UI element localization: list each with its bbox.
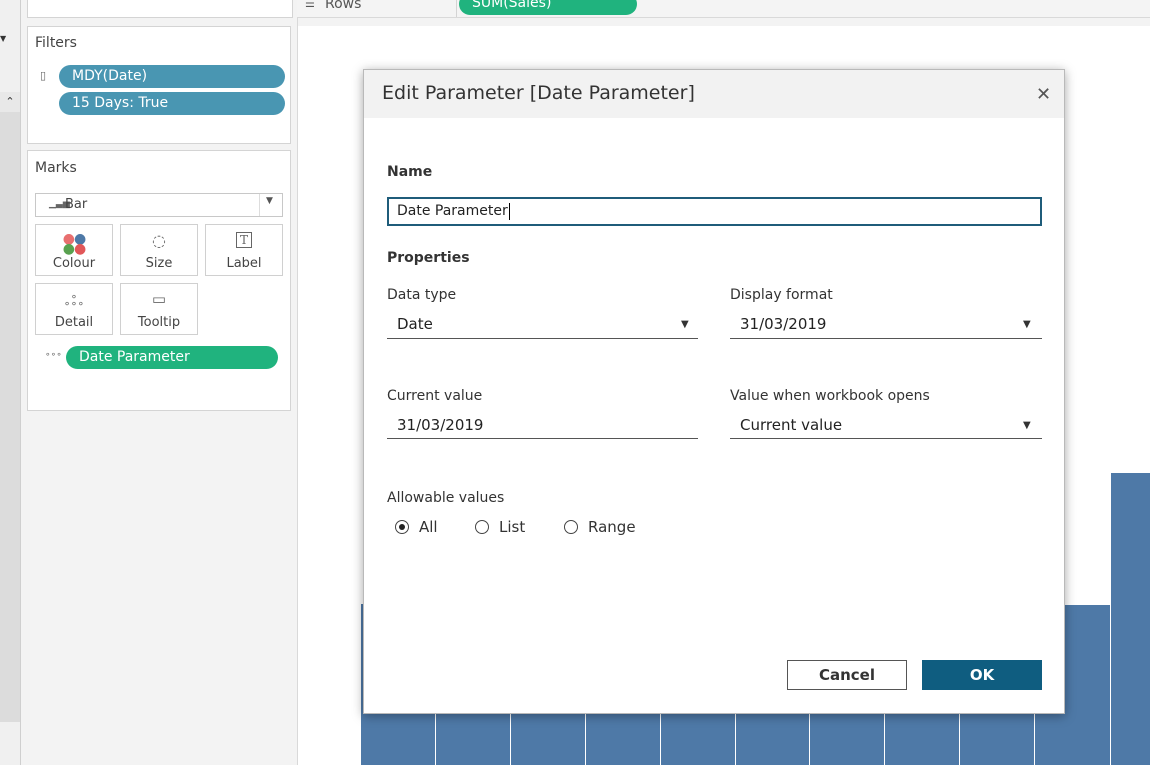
dropdown-separator bbox=[259, 194, 260, 216]
rows-label: Rows bbox=[325, 0, 362, 12]
bar[interactable] bbox=[1111, 473, 1150, 765]
radio-range[interactable] bbox=[564, 520, 578, 534]
label-icon: T bbox=[206, 232, 282, 248]
allowable-values-label: Allowable values bbox=[387, 490, 505, 506]
radio-all-label[interactable]: All bbox=[419, 518, 438, 536]
detail-pill-date-parameter[interactable]: Date Parameter bbox=[66, 346, 278, 369]
chevron-down-icon[interactable]: ▼ bbox=[266, 196, 273, 206]
size-label: Size bbox=[145, 256, 173, 271]
display-format-value: 31/03/2019 bbox=[740, 315, 827, 333]
detail-button[interactable]: ∘ ∘∘∘ Detail bbox=[35, 283, 113, 335]
scrollbar[interactable] bbox=[0, 92, 20, 722]
workbook-opens-label: Value when workbook opens bbox=[730, 388, 930, 404]
radio-list-label[interactable]: List bbox=[499, 518, 525, 536]
tooltip-button[interactable]: ▭ Tooltip bbox=[120, 283, 198, 335]
workbook-opens-value: Current value bbox=[740, 416, 843, 434]
current-value-value: 31/03/2019 bbox=[397, 416, 484, 434]
properties-label: Properties bbox=[387, 250, 470, 266]
data-type-label: Data type bbox=[387, 287, 457, 303]
chevron-down-icon[interactable]: ▼ bbox=[681, 319, 689, 330]
filter-icon: ▯ bbox=[40, 69, 47, 82]
size-icon: ◌ bbox=[152, 231, 166, 250]
chevron-up-icon[interactable]: ⌃ bbox=[0, 92, 20, 112]
ok-button[interactable]: OK bbox=[922, 660, 1042, 690]
rows-shelf[interactable] bbox=[297, 0, 1150, 18]
colour-label: Colour bbox=[52, 256, 96, 271]
radio-all[interactable] bbox=[395, 520, 409, 534]
display-format-label: Display format bbox=[730, 287, 833, 303]
detail-icon: ∘∘∘ bbox=[45, 350, 62, 360]
chevron-down-icon[interactable]: ▼ bbox=[0, 34, 8, 44]
size-button[interactable]: ◌ Size bbox=[120, 224, 198, 276]
current-value-label: Current value bbox=[387, 388, 483, 404]
chevron-down-icon[interactable]: ▼ bbox=[1023, 319, 1031, 330]
text-caret bbox=[508, 202, 510, 220]
cancel-button[interactable]: Cancel bbox=[787, 660, 907, 690]
columns-card bbox=[27, 0, 293, 18]
data-type-select[interactable] bbox=[387, 313, 698, 339]
data-type-value: Date bbox=[397, 315, 433, 333]
tooltip-icon: ▭ bbox=[151, 290, 167, 308]
filter-pill-date[interactable]: MDY(Date) bbox=[59, 65, 285, 88]
chevron-down-icon[interactable]: ▼ bbox=[1023, 420, 1031, 431]
name-label: Name bbox=[387, 164, 433, 180]
detail-icon: ∘ ∘∘∘ bbox=[63, 290, 85, 310]
radio-range-label[interactable]: Range bbox=[588, 518, 636, 536]
detail-label: Detail bbox=[54, 315, 94, 330]
filter-pill-15-days[interactable]: 15 Days: True bbox=[59, 92, 285, 115]
name-input[interactable]: Date Parameter bbox=[387, 197, 1042, 226]
name-input-value: Date Parameter bbox=[397, 203, 508, 219]
panel-divider bbox=[20, 0, 21, 765]
rows-pill[interactable]: SUM(Sales) bbox=[459, 0, 637, 15]
close-icon[interactable]: ✕ bbox=[1036, 84, 1051, 105]
shelf-divider bbox=[456, 0, 457, 17]
mark-type-label: Bar bbox=[65, 197, 88, 212]
marks-title: Marks bbox=[35, 160, 77, 176]
marks-card bbox=[27, 150, 291, 411]
colour-button[interactable]: ●● ●● Colour bbox=[35, 224, 113, 276]
radio-selected-dot bbox=[398, 523, 405, 530]
label-label: Label bbox=[226, 256, 262, 271]
rows-icon: ☰ bbox=[305, 0, 315, 10]
label-button[interactable]: T Label bbox=[205, 224, 283, 276]
radio-list[interactable] bbox=[475, 520, 489, 534]
filters-title: Filters bbox=[35, 35, 77, 51]
dialog-title: Edit Parameter [Date Parameter] bbox=[382, 82, 695, 104]
tooltip-label: Tooltip bbox=[137, 315, 181, 330]
